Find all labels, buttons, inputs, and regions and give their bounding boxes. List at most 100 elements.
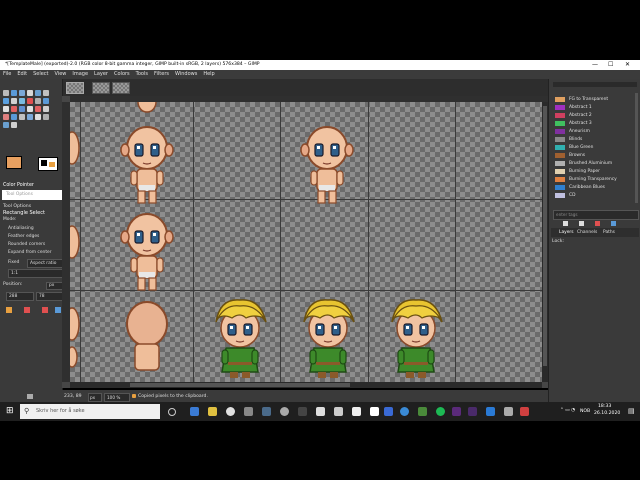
path-tool-icon[interactable]	[35, 114, 41, 120]
clock-time[interactable]: 18:33	[598, 404, 611, 409]
gradient-swatch[interactable]	[555, 105, 565, 110]
restore-options-icon[interactable]	[24, 307, 30, 313]
new-gradient-icon[interactable]	[563, 221, 568, 226]
fixed-mode-select[interactable]: Aspect ratio	[27, 259, 65, 268]
app-icon[interactable]	[370, 407, 379, 416]
ellipse-select-tool-icon[interactable]	[11, 90, 17, 96]
spotify-icon[interactable]	[436, 407, 445, 416]
rect-select-tool-icon[interactable]	[3, 90, 9, 96]
title-bar[interactable]: *[TemplateMale] (exported)-2.0 (RGB colo…	[0, 60, 640, 70]
menu-view[interactable]: View	[52, 70, 70, 77]
move-tool-icon[interactable]	[3, 98, 9, 104]
gradient-label[interactable]: Abstract 1	[569, 105, 592, 110]
app-icon[interactable]	[486, 407, 495, 416]
menu-windows[interactable]: Windows	[172, 70, 200, 77]
app-icon[interactable]	[520, 407, 529, 416]
brush-preview[interactable]	[38, 157, 58, 171]
gradient-label[interactable]: Blue Green	[569, 145, 593, 150]
search-box[interactable]: ⚲ Skriv her for å søke	[20, 404, 160, 419]
reset-options-icon[interactable]	[55, 307, 61, 313]
edge-icon[interactable]	[190, 407, 199, 416]
app-icon[interactable]	[400, 407, 409, 416]
gimp-icon[interactable]	[280, 407, 289, 416]
ratio-input[interactable]: 1:1	[8, 269, 65, 278]
gradient-swatch[interactable]	[555, 185, 565, 190]
after-effects-icon[interactable]	[468, 407, 477, 416]
gradient-label[interactable]: Brushed Aluminium	[569, 161, 612, 166]
color-picker-tool-icon[interactable]	[43, 114, 49, 120]
position-y-input[interactable]: 78	[36, 292, 64, 301]
premiere-icon[interactable]	[452, 407, 461, 416]
zoom-select[interactable]: 100 %	[104, 393, 130, 402]
pencil-tool-icon[interactable]	[27, 106, 33, 112]
crop-tool-icon[interactable]	[19, 98, 25, 104]
menu-select[interactable]: Select	[30, 70, 51, 77]
save-options-icon[interactable]	[6, 307, 12, 313]
maximize-button[interactable]: ☐	[608, 61, 613, 68]
menu-layer[interactable]: Layer	[91, 70, 111, 77]
app-icon[interactable]	[334, 407, 343, 416]
scale-tool-icon[interactable]	[35, 98, 41, 104]
app-icon[interactable]	[262, 407, 271, 416]
gradient-label[interactable]: Blinds	[569, 137, 582, 142]
close-button[interactable]: ✕	[625, 61, 630, 68]
notification-icon[interactable]: ▤	[628, 407, 635, 415]
file-explorer-icon[interactable]	[208, 407, 217, 416]
gradient-label[interactable]: CD	[569, 193, 575, 198]
gradient-label[interactable]: Browns	[569, 153, 585, 158]
menu-image[interactable]: Image	[69, 70, 91, 77]
free-select-tool-icon[interactable]	[19, 90, 25, 96]
gradient-label[interactable]: Aneurism	[569, 129, 590, 134]
tab-layers[interactable]: Layers	[559, 230, 574, 235]
image-tab[interactable]	[112, 82, 130, 94]
tab-channels[interactable]: Channels	[577, 230, 597, 235]
word-icon[interactable]	[384, 407, 393, 416]
gradient-label[interactable]: Abstract 2	[569, 113, 592, 118]
rounded-corners-checkbox[interactable]: Rounded corners	[8, 242, 45, 247]
language-indicator[interactable]: NOB	[580, 409, 590, 414]
gradient-list-scrollbar[interactable]	[635, 93, 638, 203]
gradient-swatch[interactable]	[555, 121, 565, 126]
clone-tool-icon[interactable]	[11, 114, 17, 120]
app-icon[interactable]	[352, 407, 361, 416]
antialiasing-checkbox[interactable]: Antialiasing	[8, 226, 34, 231]
gradient-label[interactable]: Caribbean Blues	[569, 185, 605, 190]
zoom-tool-icon[interactable]	[3, 122, 9, 128]
minimize-button[interactable]: —	[592, 61, 598, 68]
gradient-swatch[interactable]	[555, 129, 565, 134]
menu-edit[interactable]: Edit	[14, 70, 30, 77]
eraser-tool-icon[interactable]	[43, 106, 49, 112]
task-view-icon[interactable]	[168, 408, 176, 416]
duplicate-gradient-icon[interactable]	[579, 221, 584, 226]
unit-select[interactable]: px	[88, 393, 102, 402]
scissors-tool-icon[interactable]	[35, 90, 41, 96]
clock-date[interactable]: 26.10.2020	[594, 411, 620, 416]
gradient-tool-icon[interactable]	[19, 106, 25, 112]
gradient-swatch[interactable]	[555, 113, 565, 118]
menu-filters[interactable]: Filters	[151, 70, 172, 77]
feather-edges-checkbox[interactable]: Feather edges	[8, 234, 39, 239]
smudge-tool-icon[interactable]	[19, 114, 25, 120]
menu-tools[interactable]: Tools	[133, 70, 151, 77]
gradient-swatch[interactable]	[555, 169, 565, 174]
fuzzy-select-tool-icon[interactable]	[27, 90, 33, 96]
foreground-select-icon[interactable]	[43, 90, 49, 96]
menu-help[interactable]: Help	[200, 70, 217, 77]
foreground-color-swatch[interactable]	[6, 156, 22, 169]
gradient-swatch[interactable]	[555, 177, 565, 182]
expand-from-center-checkbox[interactable]: Expand from center	[8, 250, 52, 255]
delete-options-icon[interactable]	[42, 307, 48, 313]
gradient-swatch[interactable]	[555, 161, 565, 166]
app-icon[interactable]	[298, 407, 307, 416]
gradient-swatch[interactable]	[555, 145, 565, 150]
gradient-swatch[interactable]	[555, 193, 565, 198]
text-tool-icon[interactable]	[3, 106, 9, 112]
horizontal-scrollbar[interactable]	[70, 382, 542, 388]
dock-footer-icon[interactable]	[27, 394, 33, 399]
gradient-swatch[interactable]	[555, 97, 565, 102]
position-x-input[interactable]: 288	[6, 292, 34, 301]
shear-tool-icon[interactable]	[43, 98, 49, 104]
gradient-swatch[interactable]	[555, 137, 565, 142]
chrome-icon[interactable]	[226, 407, 235, 416]
delete-gradient-icon[interactable]	[595, 221, 600, 226]
